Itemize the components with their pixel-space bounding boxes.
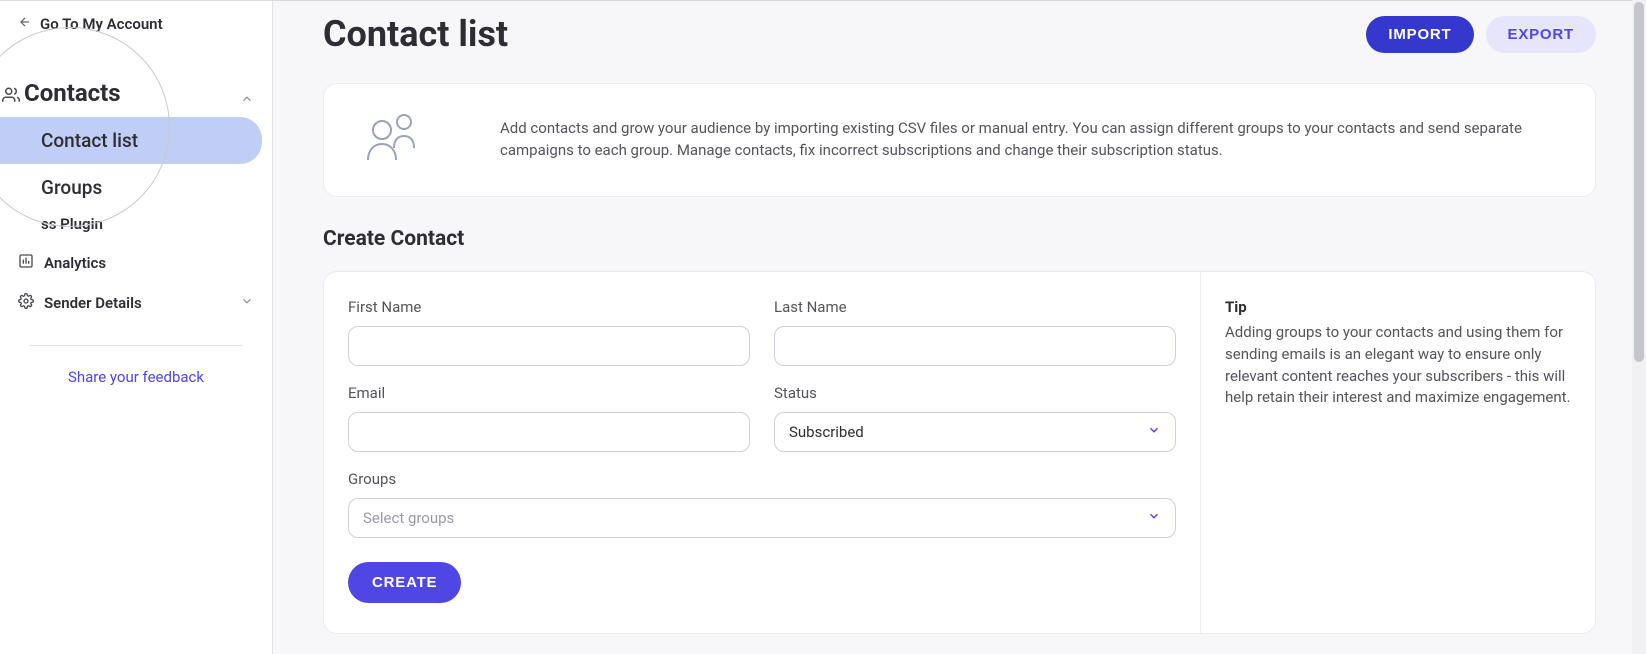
chevron-down-icon — [1147, 423, 1161, 441]
arrow-left-icon — [18, 15, 32, 33]
page-title: Contact list — [323, 13, 508, 55]
last-name-input[interactable] — [774, 326, 1176, 366]
scrollbar-thumb[interactable] — [1634, 2, 1644, 362]
sidebar-item-contacts[interactable]: Contacts — [24, 79, 121, 107]
chevron-down-icon — [240, 294, 254, 312]
email-input[interactable] — [348, 412, 750, 452]
groups-placeholder: Select groups — [363, 509, 454, 527]
create-button[interactable]: CREATE — [348, 562, 461, 603]
sidebar-item-analytics[interactable]: Analytics — [0, 243, 272, 283]
status-select[interactable]: Subscribed — [774, 412, 1176, 452]
scrollbar[interactable] — [1632, 0, 1646, 654]
chevron-down-icon — [1147, 509, 1161, 527]
import-button[interactable]: IMPORT — [1366, 16, 1473, 53]
analytics-icon — [18, 253, 34, 273]
chevron-up-icon[interactable] — [240, 91, 254, 110]
groups-label: Groups — [348, 470, 1176, 488]
sidebar: Go To My Account Contacts Contact list G… — [0, 1, 273, 654]
analytics-label: Analytics — [44, 254, 106, 272]
last-name-label: Last Name — [774, 298, 1176, 316]
contacts-illustration-icon — [360, 110, 430, 170]
status-value: Subscribed — [789, 423, 864, 441]
sidebar-item-groups[interactable]: Groups — [0, 164, 272, 211]
groups-select[interactable]: Select groups — [348, 498, 1176, 538]
first-name-input[interactable] — [348, 326, 750, 366]
sidebar-item-sender-details[interactable]: Sender Details — [0, 283, 272, 323]
go-back-label: Go To My Account — [40, 15, 163, 33]
email-label: Email — [348, 384, 750, 402]
sidebar-item-plugin[interactable]: ss Plugin — [0, 205, 272, 243]
status-label: Status — [774, 384, 1176, 402]
info-card: Add contacts and grow your audience by i… — [323, 83, 1596, 197]
share-feedback-link[interactable]: Share your feedback — [30, 345, 242, 386]
sidebar-item-contact-list[interactable]: Contact list — [0, 117, 262, 164]
gear-icon — [18, 293, 34, 313]
export-button[interactable]: EXPORT — [1486, 16, 1596, 53]
tip-title: Tip — [1225, 298, 1571, 316]
people-icon — [2, 86, 20, 108]
go-to-my-account-link[interactable]: Go To My Account — [0, 15, 272, 33]
main-content: Contact list IMPORT EXPORT Add contacts … — [273, 1, 1646, 654]
tip-text: Adding groups to your contacts and using… — [1225, 322, 1571, 409]
create-contact-title: Create Contact — [323, 227, 1596, 251]
info-text: Add contacts and grow your audience by i… — [500, 118, 1559, 162]
first-name-label: First Name — [348, 298, 750, 316]
create-contact-card: First Name Last Name Email Status — [323, 271, 1596, 634]
sender-details-label: Sender Details — [44, 294, 142, 312]
